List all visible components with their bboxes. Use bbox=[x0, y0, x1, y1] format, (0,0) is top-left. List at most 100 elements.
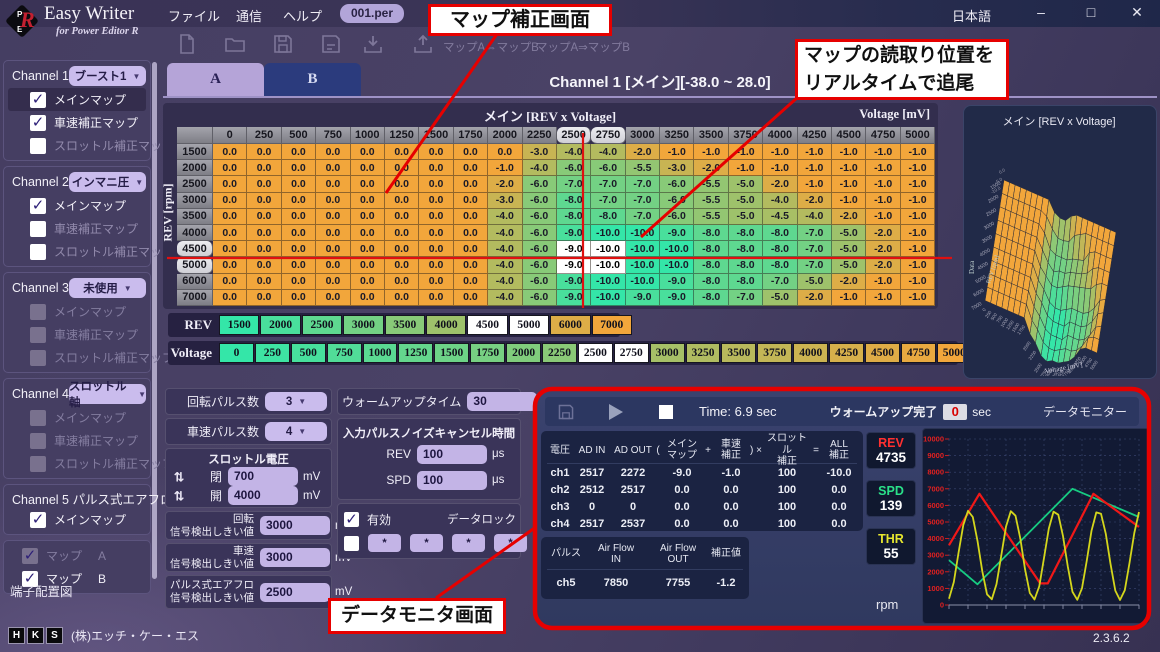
map-cell[interactable]: -1.0 bbox=[866, 209, 900, 225]
map-cell[interactable]: -4.0 bbox=[488, 257, 522, 273]
map-cell[interactable]: -1.0 bbox=[866, 290, 900, 306]
map-cell[interactable]: 0.0 bbox=[282, 193, 316, 209]
map-cell[interactable]: -6.0 bbox=[523, 176, 557, 192]
map-cell[interactable]: 0.0 bbox=[247, 144, 281, 160]
map-row-header[interactable]: 3500 bbox=[177, 209, 213, 225]
map-cell[interactable]: 0.0 bbox=[213, 241, 247, 257]
map-cell[interactable]: 0.0 bbox=[454, 144, 488, 160]
map-cell[interactable]: -4.0 bbox=[798, 209, 832, 225]
map-cell[interactable]: -5.0 bbox=[832, 225, 866, 241]
menu-file[interactable]: ファイル bbox=[168, 6, 220, 25]
map-cell[interactable]: 0.0 bbox=[282, 257, 316, 273]
map-cell[interactable]: -5.0 bbox=[832, 241, 866, 257]
voltage-axis-cell[interactable]: 3500 bbox=[721, 343, 756, 363]
map-cell[interactable]: -10.0 bbox=[626, 225, 660, 241]
map-row-header[interactable]: 4000 bbox=[177, 225, 213, 241]
channel-mode-select[interactable]: スロットル軸▼ bbox=[69, 384, 146, 404]
map-cell[interactable]: -6.0 bbox=[660, 209, 694, 225]
data-lock-button[interactable]: * bbox=[410, 534, 443, 552]
map-cell[interactable]: -1.0 bbox=[866, 274, 900, 290]
map-cell[interactable]: -6.0 bbox=[660, 193, 694, 209]
map-col-header[interactable]: 2500 bbox=[557, 127, 591, 144]
map-ab-copy-button[interactable]: マップA⇒マップB bbox=[536, 39, 630, 55]
map-checkbox[interactable]: ✓ bbox=[30, 115, 46, 131]
voltage-axis-cell[interactable]: 1000 bbox=[363, 343, 398, 363]
map-cell[interactable]: -8.0 bbox=[694, 241, 728, 257]
map-cell[interactable]: -6.0 bbox=[523, 241, 557, 257]
map-cell[interactable]: -5.5 bbox=[694, 193, 728, 209]
map-cell[interactable]: 0.0 bbox=[419, 160, 453, 176]
map-cell[interactable]: -10.0 bbox=[591, 225, 625, 241]
channel-mode-select[interactable]: 未使用▼ bbox=[69, 278, 146, 298]
map-cell[interactable]: -8.0 bbox=[763, 241, 797, 257]
spd-pulse-select[interactable]: 4▼ bbox=[265, 422, 327, 441]
map-cell[interactable]: -3.0 bbox=[488, 193, 522, 209]
map-cell[interactable]: -4.0 bbox=[488, 241, 522, 257]
map-cell[interactable]: -6.0 bbox=[523, 209, 557, 225]
map-cell[interactable]: -7.0 bbox=[591, 176, 625, 192]
map-cell[interactable]: -4.0 bbox=[488, 225, 522, 241]
map-cell[interactable]: -4.0 bbox=[488, 290, 522, 306]
map-cell[interactable]: 0.0 bbox=[385, 160, 419, 176]
map-cell[interactable]: -1.0 bbox=[832, 144, 866, 160]
map-cell[interactable]: -8.0 bbox=[694, 290, 728, 306]
warmup-time-input[interactable]: 30 bbox=[467, 392, 537, 411]
map-cell[interactable]: -9.0 bbox=[557, 290, 591, 306]
map-cell[interactable]: 0.0 bbox=[351, 209, 385, 225]
map-cell[interactable]: 0.0 bbox=[247, 160, 281, 176]
map-col-header[interactable]: 1500 bbox=[419, 127, 453, 144]
map-cell[interactable]: 0.0 bbox=[351, 257, 385, 273]
map-checkbox[interactable]: ✓ bbox=[30, 198, 46, 214]
rev-threshold-input[interactable]: 3000 bbox=[260, 516, 330, 535]
rev-axis-cell[interactable]: 2500 bbox=[302, 315, 342, 335]
map-col-header[interactable]: 4500 bbox=[832, 127, 866, 144]
open-folder-icon[interactable] bbox=[224, 33, 246, 55]
rev-axis-cell[interactable]: 3000 bbox=[343, 315, 383, 335]
map-cell[interactable]: -1.0 bbox=[832, 160, 866, 176]
map-cell[interactable]: -1.0 bbox=[763, 144, 797, 160]
map-cell[interactable]: 0.0 bbox=[385, 290, 419, 306]
map-col-header[interactable]: 3000 bbox=[626, 127, 660, 144]
map-col-header[interactable]: 250 bbox=[247, 127, 281, 144]
voltage-axis-cell[interactable]: 4750 bbox=[901, 343, 936, 363]
map-cell[interactable]: -1.0 bbox=[798, 144, 832, 160]
map-cell[interactable]: -5.0 bbox=[763, 290, 797, 306]
noise-rev-input[interactable]: 100 bbox=[417, 445, 487, 464]
map-cell[interactable]: -8.0 bbox=[729, 241, 763, 257]
map-cell[interactable]: -9.0 bbox=[557, 257, 591, 273]
map-row-header[interactable]: 2000 bbox=[177, 160, 213, 176]
channel-mode-select[interactable]: ブースト1▼ bbox=[69, 66, 146, 86]
new-file-icon[interactable] bbox=[176, 33, 198, 55]
map-cell[interactable]: 0.0 bbox=[282, 176, 316, 192]
map-cell[interactable]: -7.0 bbox=[626, 193, 660, 209]
voltage-axis-cell[interactable]: 3000 bbox=[650, 343, 685, 363]
save-icon[interactable] bbox=[272, 33, 294, 55]
map-cell[interactable]: -1.0 bbox=[488, 160, 522, 176]
map-cell[interactable]: -7.0 bbox=[798, 257, 832, 273]
map-cell[interactable]: 0.0 bbox=[247, 241, 281, 257]
map-cell[interactable]: -8.0 bbox=[694, 225, 728, 241]
map-col-header[interactable]: 5000 bbox=[901, 127, 935, 144]
voltage-axis-cell[interactable]: 3250 bbox=[686, 343, 721, 363]
map-cell[interactable]: -5.0 bbox=[798, 274, 832, 290]
map-cell[interactable]: -9.0 bbox=[557, 274, 591, 290]
map-cell[interactable]: -10.0 bbox=[626, 274, 660, 290]
map-cell[interactable]: -8.0 bbox=[729, 274, 763, 290]
map-cell[interactable]: 0.0 bbox=[316, 290, 350, 306]
map-cell[interactable]: -1.0 bbox=[660, 144, 694, 160]
map-cell[interactable]: 0.0 bbox=[351, 241, 385, 257]
map-cell[interactable]: 0.0 bbox=[419, 176, 453, 192]
map-cell[interactable]: -1.0 bbox=[729, 160, 763, 176]
map-cell[interactable]: -1.0 bbox=[694, 144, 728, 160]
map-cell[interactable]: -4.0 bbox=[763, 193, 797, 209]
map-cell[interactable]: 0.0 bbox=[316, 176, 350, 192]
map-cell[interactable]: -8.0 bbox=[729, 257, 763, 273]
data-lock-button[interactable]: * bbox=[494, 534, 527, 552]
map-cell[interactable]: -5.0 bbox=[729, 209, 763, 225]
map-cell[interactable]: 0.0 bbox=[316, 193, 350, 209]
map-cell[interactable]: -2.0 bbox=[866, 257, 900, 273]
map-cell[interactable]: -1.0 bbox=[901, 176, 935, 192]
map-cell[interactable]: -2.0 bbox=[866, 241, 900, 257]
map-col-header[interactable]: 3500 bbox=[694, 127, 728, 144]
map-cell[interactable]: -10.0 bbox=[591, 274, 625, 290]
